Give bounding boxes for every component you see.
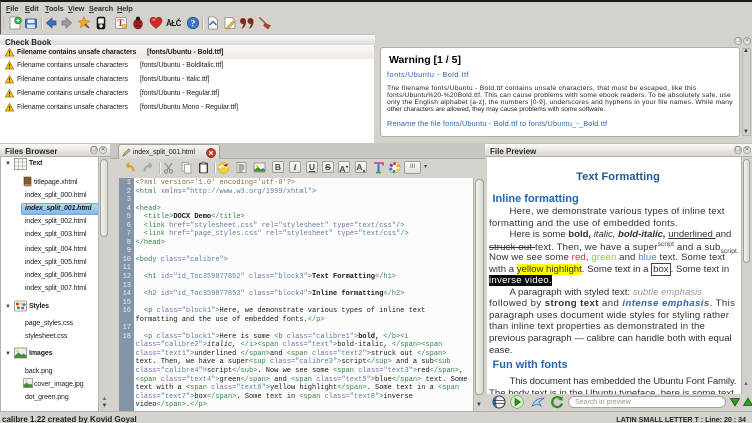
svg-text:?: ? (191, 18, 196, 28)
